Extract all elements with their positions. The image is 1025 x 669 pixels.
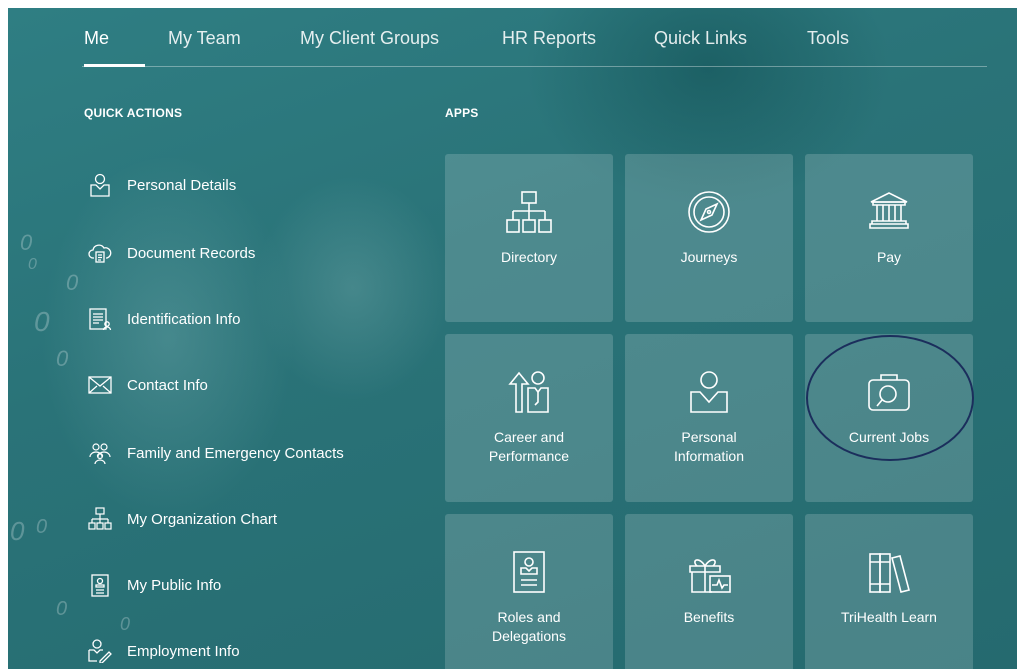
person-badge-icon <box>88 173 112 197</box>
decorative-zero: 0 <box>36 516 48 538</box>
envelope-icon <box>88 373 112 397</box>
highlight-annotation-circle <box>806 335 974 461</box>
quick-action-label: Employment Info <box>127 642 240 660</box>
quick-action-employment-info[interactable]: Employment Info <box>88 636 240 666</box>
app-tile-label: Personal Information <box>673 429 745 464</box>
app-tile-label: TriHealth Learn <box>841 609 937 625</box>
compass-icon <box>625 190 793 234</box>
app-tile-personal-information[interactable]: Personal Information <box>625 334 793 502</box>
quick-action-label: Document Records <box>127 244 256 262</box>
quick-action-label: Contact Info <box>127 376 208 394</box>
quick-action-family-and-emergency-contacts[interactable]: Family and Emergency Contacts <box>88 438 344 468</box>
id-card-icon <box>88 307 112 331</box>
top-navigation: Me My Team My Client Groups HR Reports Q… <box>8 8 1017 67</box>
app-tile-label: Pay <box>876 249 902 265</box>
decorative-zero: 0 <box>56 598 68 620</box>
decorative-zero: 0 <box>34 306 50 337</box>
tab-me[interactable]: Me <box>84 28 109 49</box>
quick-action-label: My Public Info <box>127 576 222 594</box>
bank-icon <box>805 190 973 234</box>
quick-action-my-public-info[interactable]: My Public Info <box>88 570 221 600</box>
books-icon <box>805 550 973 594</box>
quick-action-identification-info[interactable]: Identification Info <box>88 304 240 334</box>
family-icon <box>88 441 112 465</box>
person-pen-icon <box>88 639 112 663</box>
app-tile-label: Roles and Delegations <box>492 609 566 644</box>
decorative-zero: 0 <box>66 270 79 295</box>
decorative-zero: 0 <box>10 516 25 546</box>
badge-card-icon <box>88 573 112 597</box>
quick-action-label: Family and Emergency Contacts <box>127 444 344 462</box>
app-tile-label: Journeys <box>680 249 738 265</box>
active-tab-indicator <box>84 64 145 67</box>
person-badge-icon <box>625 370 793 414</box>
tab-hr-reports[interactable]: HR Reports <box>502 28 596 49</box>
tab-my-client-groups[interactable]: My Client Groups <box>300 28 439 49</box>
app-tile-roles-and-delegations[interactable]: Roles and Delegations <box>445 514 613 669</box>
gift-pulse-icon <box>625 550 793 594</box>
app-background: 0 0 0 0 0 0 0 0 0 Me My Team My Client G… <box>8 8 1017 669</box>
quick-actions-heading: QUICK ACTIONS <box>84 106 183 120</box>
decorative-zero: 0 <box>20 230 33 255</box>
tab-my-team[interactable]: My Team <box>168 28 241 49</box>
nav-divider <box>82 66 987 67</box>
quick-action-contact-info[interactable]: Contact Info <box>88 370 208 400</box>
quick-action-personal-details[interactable]: Personal Details <box>88 170 236 200</box>
quick-action-document-records[interactable]: Document Records <box>88 238 255 268</box>
decorative-zero: 0 <box>28 256 37 273</box>
apps-heading: APPS <box>445 106 479 120</box>
app-tile-pay[interactable]: Pay <box>805 154 973 322</box>
quick-action-label: My Organization Chart <box>127 510 278 528</box>
org-chart-icon <box>445 190 613 234</box>
decorative-zero: 0 <box>120 614 131 634</box>
tab-tools[interactable]: Tools <box>807 28 849 49</box>
app-tile-journeys[interactable]: Journeys <box>625 154 793 322</box>
decorative-zero: 0 <box>56 346 69 371</box>
app-tile-directory[interactable]: Directory <box>445 154 613 322</box>
app-tile-label: Career and Performance <box>488 429 570 464</box>
quick-action-my-organization-chart[interactable]: My Organization Chart <box>88 504 277 534</box>
quick-action-label: Identification Info <box>127 310 241 328</box>
app-tile-career-and-performance[interactable]: Career and Performance <box>445 334 613 502</box>
career-arrow-person-icon <box>445 370 613 414</box>
cloud-document-icon <box>88 241 112 265</box>
org-chart-icon <box>88 507 112 531</box>
app-tile-benefits[interactable]: Benefits <box>625 514 793 669</box>
tab-quick-links[interactable]: Quick Links <box>654 28 747 49</box>
app-tile-trihealth-learn[interactable]: TriHealth Learn <box>805 514 973 669</box>
app-tile-label: Directory <box>500 249 557 265</box>
app-tile-label: Benefits <box>683 609 735 625</box>
quick-action-label: Personal Details <box>127 176 237 194</box>
id-badge-icon <box>445 550 613 594</box>
